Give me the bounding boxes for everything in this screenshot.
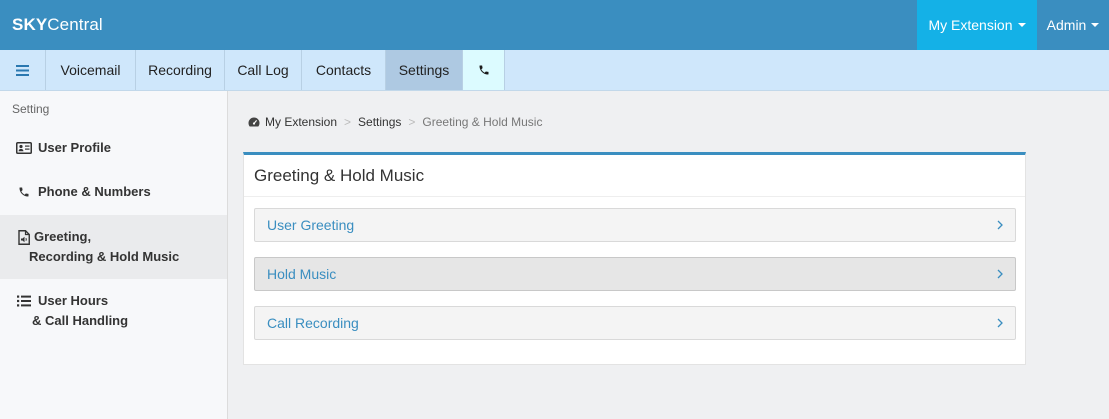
id-card-icon — [15, 138, 33, 158]
panel-item-label: Call Recording — [267, 315, 359, 331]
phone-icon — [479, 65, 488, 75]
user-greeting-item[interactable]: User Greeting — [254, 208, 1016, 242]
sidebar-item-user-profile[interactable]: User Profile — [0, 127, 227, 171]
admin-label: Admin — [1046, 17, 1087, 33]
tab-recording[interactable]: Recording — [136, 50, 225, 90]
tab-label: Voicemail — [60, 62, 121, 78]
phone-icon — [15, 182, 33, 202]
breadcrumb-settings-link[interactable]: Settings — [358, 115, 401, 129]
my-extension-dropdown[interactable]: My Extension — [917, 0, 1037, 50]
admin-dropdown[interactable]: Admin — [1037, 0, 1109, 50]
dashboard-icon — [248, 117, 260, 127]
breadcrumb-separator: > — [408, 115, 416, 129]
sidebar-item-label-line2: Recording & Hold Music — [29, 249, 180, 264]
audio-file-icon — [15, 227, 33, 247]
breadcrumb-separator: > — [344, 115, 352, 129]
chevron-right-icon — [997, 269, 1003, 279]
sidebar-item-phone-numbers[interactable]: Phone & Numbers — [0, 171, 227, 215]
menu-toggle-button[interactable] — [0, 50, 46, 90]
sidebar-item-label-group: User Hours & Call Handling — [32, 291, 128, 331]
top-header: SKYCentral My Extension Admin — [0, 0, 1109, 50]
list-icon — [15, 291, 33, 311]
tab-label: Call Log — [237, 62, 289, 78]
panel-item-label: Hold Music — [267, 266, 337, 282]
sub-navigation: Voicemail Recording Call Log Contacts Se… — [0, 50, 1109, 91]
brand-logo[interactable]: SKYCentral — [0, 15, 103, 35]
greeting-panel: Greeting & Hold Music User Greeting Hold… — [243, 152, 1026, 365]
sidebar-item-user-hours[interactable]: User Hours & Call Handling — [0, 279, 227, 343]
breadcrumb: My Extension > Settings > Greeting & Hol… — [248, 113, 542, 131]
tab-label: Contacts — [315, 62, 372, 78]
call-recording-item[interactable]: Call Recording — [254, 306, 1016, 340]
tab-label: Recording — [148, 62, 212, 78]
brand-bold: SKY — [12, 15, 48, 34]
tab-voicemail[interactable]: Voicemail — [46, 50, 136, 90]
breadcrumb-current: Greeting & Hold Music — [422, 115, 543, 129]
chevron-right-icon — [997, 318, 1003, 328]
sidebar-title: Setting — [12, 102, 50, 116]
header-actions: My Extension Admin — [917, 0, 1109, 50]
caret-down-icon — [1091, 23, 1100, 27]
sidebar-item-greeting-recording[interactable]: Greeting, Recording & Hold Music — [0, 215, 227, 279]
tab-settings[interactable]: Settings — [386, 50, 463, 90]
tab-contacts[interactable]: Contacts — [302, 50, 386, 90]
sidebar: Setting User Profile Phone & Numbers Gre… — [0, 91, 228, 419]
hamburger-icon — [16, 64, 29, 76]
my-extension-label: My Extension — [928, 17, 1013, 33]
breadcrumb-home-link[interactable]: My Extension — [265, 115, 337, 129]
chevron-right-icon — [997, 220, 1003, 230]
sidebar-item-label-line2: & Call Handling — [32, 313, 129, 328]
sidebar-item-label: User Hours — [38, 293, 109, 308]
sidebar-item-label-group: Greeting, Recording & Hold Music — [29, 227, 179, 267]
sidebar-item-label: Phone & Numbers — [38, 184, 151, 199]
hold-music-item[interactable]: Hold Music — [254, 257, 1016, 291]
tab-call-log[interactable]: Call Log — [225, 50, 302, 90]
brand-rest: Central — [47, 15, 103, 34]
tab-phone[interactable] — [463, 50, 505, 90]
tab-label: Settings — [398, 62, 450, 78]
panel-title: Greeting & Hold Music — [244, 155, 1025, 197]
panel-item-label: User Greeting — [267, 217, 355, 233]
caret-down-icon — [1017, 23, 1026, 27]
sidebar-item-label: User Profile — [38, 140, 111, 155]
sidebar-item-label: Greeting, — [34, 229, 92, 244]
